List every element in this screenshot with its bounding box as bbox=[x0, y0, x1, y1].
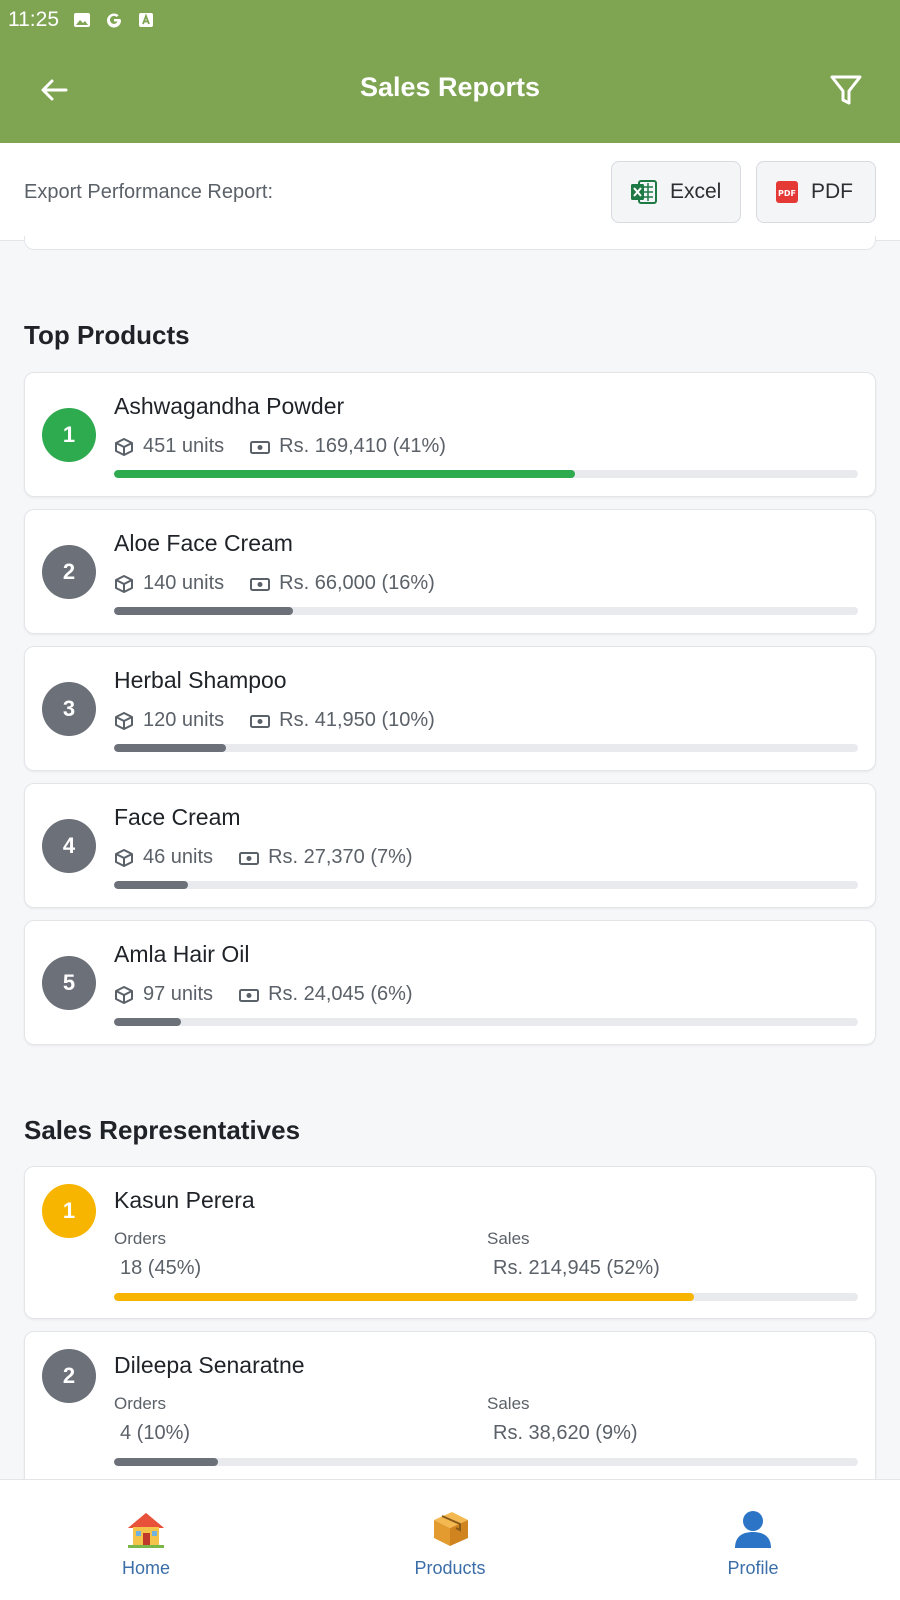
product-card[interactable]: 1 Ashwagandha Powder 451 units Rs. 169,4… bbox=[24, 372, 876, 497]
progress-fill bbox=[114, 1293, 695, 1301]
product-name: Amla Hair Oil bbox=[114, 941, 250, 967]
nav-profile-label: Profile bbox=[727, 1558, 779, 1578]
previous-card-edge bbox=[24, 236, 876, 250]
product-sales: Rs. 66,000 (16%) bbox=[279, 572, 435, 594]
progress-bar bbox=[114, 1018, 858, 1026]
rep-name: Kasun Perera bbox=[114, 1187, 255, 1213]
box-icon bbox=[115, 848, 133, 867]
progress-fill bbox=[114, 881, 189, 889]
progress-fill bbox=[114, 470, 576, 478]
rank-badge: 2 bbox=[42, 545, 96, 599]
progress-fill bbox=[114, 744, 226, 752]
export-excel-button[interactable]: Excel bbox=[611, 161, 741, 223]
box-icon bbox=[115, 574, 133, 593]
sales-reps-title: Sales Representatives bbox=[24, 1115, 301, 1145]
product-meta: 46 units Rs. 27,370 (7%) bbox=[114, 846, 413, 869]
google-icon bbox=[107, 13, 122, 28]
pdf-icon: PDF bbox=[776, 181, 798, 203]
house-icon bbox=[66, 1508, 226, 1550]
sales-label: Sales bbox=[487, 1394, 530, 1413]
rep-orders: 4 (10%) bbox=[120, 1422, 191, 1444]
top-products-title: Top Products bbox=[24, 320, 190, 350]
nav-home[interactable]: Home bbox=[66, 1508, 226, 1579]
page-title: Sales Reports bbox=[359, 72, 541, 102]
product-card[interactable]: 3 Herbal Shampoo 120 units Rs. 41,950 (1… bbox=[24, 646, 876, 771]
product-name: Herbal Shampoo bbox=[114, 667, 287, 693]
product-sales: Rs. 24,045 (6%) bbox=[268, 983, 413, 1005]
nav-products[interactable]: Products bbox=[370, 1508, 530, 1579]
export-label: Export Performance Report: bbox=[24, 181, 273, 203]
excel-icon bbox=[631, 180, 657, 204]
product-meta: 120 units Rs. 41,950 (10%) bbox=[114, 709, 435, 732]
box-icon bbox=[115, 711, 133, 730]
filter-icon[interactable] bbox=[826, 70, 866, 110]
status-bar: 11:25 bbox=[8, 6, 155, 34]
rank-badge: 4 bbox=[42, 819, 96, 873]
progress-bar bbox=[114, 881, 858, 889]
product-name: Aloe Face Cream bbox=[114, 530, 293, 556]
nav-products-label: Products bbox=[414, 1558, 486, 1578]
rank-badge: 2 bbox=[42, 1349, 96, 1403]
product-meta: 451 units Rs. 169,410 (41%) bbox=[114, 435, 446, 458]
rank-badge: 1 bbox=[42, 408, 96, 462]
cash-icon bbox=[239, 851, 260, 865]
export-pdf-button[interactable]: PDF PDF bbox=[756, 161, 876, 223]
nav-profile[interactable]: Profile bbox=[673, 1508, 833, 1579]
cash-icon bbox=[250, 714, 271, 728]
product-name: Face Cream bbox=[114, 804, 241, 830]
orders-label: Orders bbox=[114, 1394, 166, 1413]
svg-text:PDF: PDF bbox=[778, 189, 796, 198]
bottom-nav: Home Products Profile bbox=[0, 1479, 900, 1600]
progress-bar bbox=[114, 1293, 858, 1301]
rank-badge: 1 bbox=[42, 1184, 96, 1238]
package-icon bbox=[370, 1508, 530, 1550]
product-meta: 140 units Rs. 66,000 (16%) bbox=[114, 572, 435, 595]
box-icon bbox=[115, 985, 133, 1004]
cash-icon bbox=[239, 988, 260, 1002]
product-sales: Rs. 169,410 (41%) bbox=[279, 435, 446, 457]
progress-fill bbox=[114, 607, 293, 615]
person-icon bbox=[673, 1508, 833, 1550]
product-units: 46 units bbox=[143, 846, 214, 868]
product-units: 120 units bbox=[143, 709, 225, 731]
sales-label: Sales bbox=[487, 1229, 530, 1248]
product-units: 97 units bbox=[143, 983, 214, 1005]
product-sales: Rs. 41,950 (10%) bbox=[279, 709, 435, 731]
progress-fill bbox=[114, 1018, 181, 1026]
product-units: 451 units bbox=[143, 435, 225, 457]
pdf-label: PDF bbox=[811, 180, 853, 203]
rank-badge: 3 bbox=[42, 682, 96, 736]
product-sales: Rs. 27,370 (7%) bbox=[268, 846, 413, 868]
product-card[interactable]: 4 Face Cream 46 units Rs. 27,370 (7%) bbox=[24, 783, 876, 908]
export-bar: Export Performance Report: Excel PDF PDF bbox=[0, 143, 900, 241]
product-card[interactable]: 5 Amla Hair Oil 97 units Rs. 24,045 (6%) bbox=[24, 920, 876, 1045]
sales-rep-card[interactable]: 2 Dileepa Senaratne Orders Sales 4 (10%)… bbox=[24, 1331, 876, 1491]
sales-rep-card[interactable]: 1 Kasun Perera Orders Sales 18 (45%) Rs.… bbox=[24, 1166, 876, 1319]
cash-icon bbox=[250, 577, 271, 591]
rep-sales: Rs. 214,945 (52%) bbox=[493, 1257, 660, 1279]
product-meta: 97 units Rs. 24,045 (6%) bbox=[114, 983, 413, 1006]
progress-bar bbox=[114, 1458, 858, 1466]
box-icon bbox=[115, 437, 133, 456]
product-card[interactable]: 2 Aloe Face Cream 140 units Rs. 66,000 (… bbox=[24, 509, 876, 634]
progress-bar bbox=[114, 470, 858, 478]
nav-home-label: Home bbox=[121, 1558, 170, 1578]
rep-name: Dileepa Senaratne bbox=[114, 1352, 305, 1378]
product-name: Ashwagandha Powder bbox=[114, 393, 345, 419]
progress-bar bbox=[114, 744, 858, 752]
rep-sales: Rs. 38,620 (9%) bbox=[493, 1422, 638, 1444]
orders-label: Orders bbox=[114, 1229, 166, 1248]
progress-fill bbox=[114, 1458, 219, 1466]
excel-label: Excel bbox=[670, 180, 722, 203]
keyboard-a-icon bbox=[139, 13, 153, 27]
app-bar: 11:25 Sales Reports bbox=[0, 0, 900, 143]
progress-bar bbox=[114, 607, 858, 615]
image-icon bbox=[74, 13, 90, 27]
product-units: 140 units bbox=[143, 572, 225, 594]
status-time: 11:25 bbox=[8, 8, 59, 31]
rank-badge: 5 bbox=[42, 956, 96, 1010]
cash-icon bbox=[250, 440, 271, 454]
rep-orders: 18 (45%) bbox=[120, 1257, 202, 1279]
